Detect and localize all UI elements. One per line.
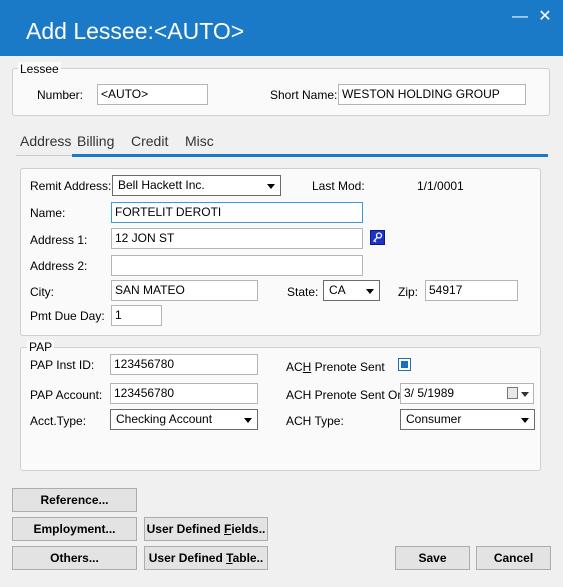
last-mod-label: Last Mod: — [312, 179, 365, 193]
chevron-down-icon[interactable] — [521, 392, 529, 397]
acct-type-value: Checking Account — [116, 412, 213, 426]
ach-type-label: ACH Type: — [286, 414, 344, 428]
tab-misc[interactable]: Misc — [185, 133, 214, 149]
window-title: Add Lessee:<AUTO> — [26, 18, 245, 44]
pap-legend: PAP — [27, 340, 55, 354]
chevron-down-icon — [244, 418, 252, 423]
user-defined-fields-button[interactable]: User Defined Fields.. — [144, 517, 268, 541]
calendar-icon[interactable] — [507, 387, 518, 399]
reference-button[interactable]: Reference... — [12, 488, 137, 512]
tab-credit[interactable]: Credit — [131, 133, 168, 149]
minimize-button[interactable]: — — [509, 6, 531, 28]
zip-field[interactable]: 54917 — [425, 280, 518, 301]
lessee-legend: Lessee — [18, 62, 61, 76]
short-name-field[interactable]: WESTON HOLDING GROUP — [338, 84, 526, 105]
save-button[interactable]: Save — [395, 546, 470, 570]
address1-label: Address 1: — [30, 233, 88, 247]
address2-label: Address 2: — [30, 259, 88, 273]
tab-billing[interactable]: Billing — [77, 133, 114, 149]
pmt-due-day-field[interactable]: 1 — [111, 305, 162, 326]
pmt-due-day-label: Pmt Due Day: — [30, 309, 105, 323]
address1-field[interactable]: 12 JON ST — [111, 228, 363, 249]
remit-address-select[interactable]: Bell Hackett Inc. — [112, 175, 281, 196]
date-value: 3/ 5/1989 — [404, 386, 455, 400]
address2-field[interactable] — [111, 255, 363, 276]
ach-prenote-sent-label: ACH Prenote Sent — [286, 360, 385, 374]
user-defined-table-button[interactable]: User Defined Table.. — [144, 546, 268, 570]
address-lookup-button[interactable] — [370, 230, 385, 245]
number-label: Number: — [37, 88, 84, 102]
checkbox-checked-mark — [401, 361, 408, 368]
lookup-key-icon — [373, 232, 383, 243]
ach-prenote-sent-on-label: ACH Prenote Sent On: — [286, 388, 408, 402]
city-field[interactable]: SAN MATEO — [111, 280, 258, 301]
others-button[interactable]: Others... — [12, 546, 137, 570]
name-label: Name: — [30, 206, 66, 220]
number-field[interactable]: <AUTO> — [97, 84, 208, 105]
acct-type-label: Acct.Type: — [30, 414, 87, 428]
ach-prenote-sent-checkbox[interactable] — [398, 358, 411, 371]
name-field[interactable]: FORTELIT DEROTI — [111, 202, 363, 223]
state-label: State: — [287, 285, 319, 299]
chevron-down-icon — [267, 184, 275, 189]
remit-address-label: Remit Address: — [30, 179, 112, 193]
pap-account-field[interactable]: 123456780 — [110, 383, 258, 404]
ach-type-select[interactable]: Consumer — [400, 409, 535, 430]
active-tab-underline — [72, 154, 548, 157]
employment-button[interactable]: Employment... — [12, 517, 137, 541]
state-value: CA — [329, 283, 346, 297]
state-select[interactable]: CA — [323, 280, 380, 301]
zip-label: Zip: — [398, 285, 419, 299]
pap-inst-id-field[interactable]: 123456780 — [110, 354, 258, 375]
ach-type-value: Consumer — [406, 412, 462, 426]
last-mod-value: 1/1/0001 — [417, 179, 464, 193]
chevron-down-icon — [521, 418, 529, 423]
pap-inst-id-label: PAP Inst ID: — [30, 358, 95, 372]
tab-address[interactable]: Address — [20, 133, 71, 149]
pap-account-label: PAP Account: — [30, 388, 103, 402]
city-label: City: — [30, 285, 54, 299]
acct-type-select[interactable]: Checking Account — [110, 409, 258, 430]
chevron-down-icon — [366, 289, 374, 294]
close-button[interactable]: ✕ — [534, 6, 556, 28]
short-name-label: Short Name: — [270, 88, 338, 102]
ach-prenote-sent-on-date[interactable]: 3/ 5/1989 — [400, 383, 534, 404]
remit-address-value: Bell Hackett Inc. — [118, 178, 205, 192]
cancel-button[interactable]: Cancel — [476, 546, 551, 570]
